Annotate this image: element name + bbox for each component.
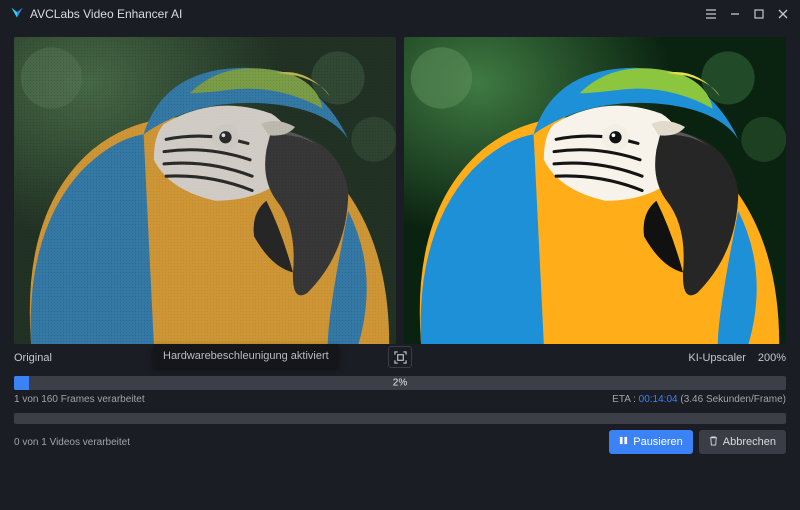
original-label: Original — [14, 352, 52, 364]
frames-status-text: 1 von 160 Frames verarbeitet — [14, 394, 145, 405]
preview-label-row: Original Hardwarebeschleunigung aktivier… — [0, 350, 800, 370]
app-title: AVCLabs Video Enhancer AI — [30, 7, 182, 21]
window-controls — [700, 4, 794, 24]
videos-status-text: 0 von 1 Videos verarbeitet — [14, 437, 130, 448]
compare-toggle-button[interactable] — [388, 346, 412, 368]
preview-original — [14, 37, 396, 344]
pause-icon — [619, 436, 628, 448]
hw-accel-tooltip: Hardwarebeschleunigung aktiviert — [153, 344, 339, 368]
trash-icon — [709, 436, 718, 449]
brand: AVCLabs Video Enhancer AI — [10, 5, 182, 24]
maximize-button[interactable] — [748, 4, 770, 24]
frames-progress-fill — [14, 376, 29, 390]
preview-area — [0, 28, 800, 350]
frames-progress-percent: 2% — [393, 378, 407, 389]
close-button[interactable] — [772, 4, 794, 24]
zoom-value: 200% — [758, 352, 786, 364]
minimize-button[interactable] — [724, 4, 746, 24]
app-logo-icon — [10, 5, 24, 24]
frames-progress-bar[interactable]: 2% — [14, 376, 786, 390]
menu-button[interactable] — [700, 4, 722, 24]
cancel-button[interactable]: Abbrechen — [699, 430, 786, 454]
upscaler-label: KI-Upscaler — [688, 352, 745, 364]
eta-text: ETA : 00:14:04 (3.46 Sekunden/Frame) — [612, 394, 786, 405]
videos-progress-bar[interactable] — [14, 413, 786, 424]
pause-button[interactable]: Pausieren — [609, 430, 693, 454]
preview-enhanced — [404, 37, 786, 344]
progress-section: 2% 1 von 160 Frames verarbeitet ETA : 00… — [0, 370, 800, 454]
titlebar: AVCLabs Video Enhancer AI — [0, 0, 800, 28]
